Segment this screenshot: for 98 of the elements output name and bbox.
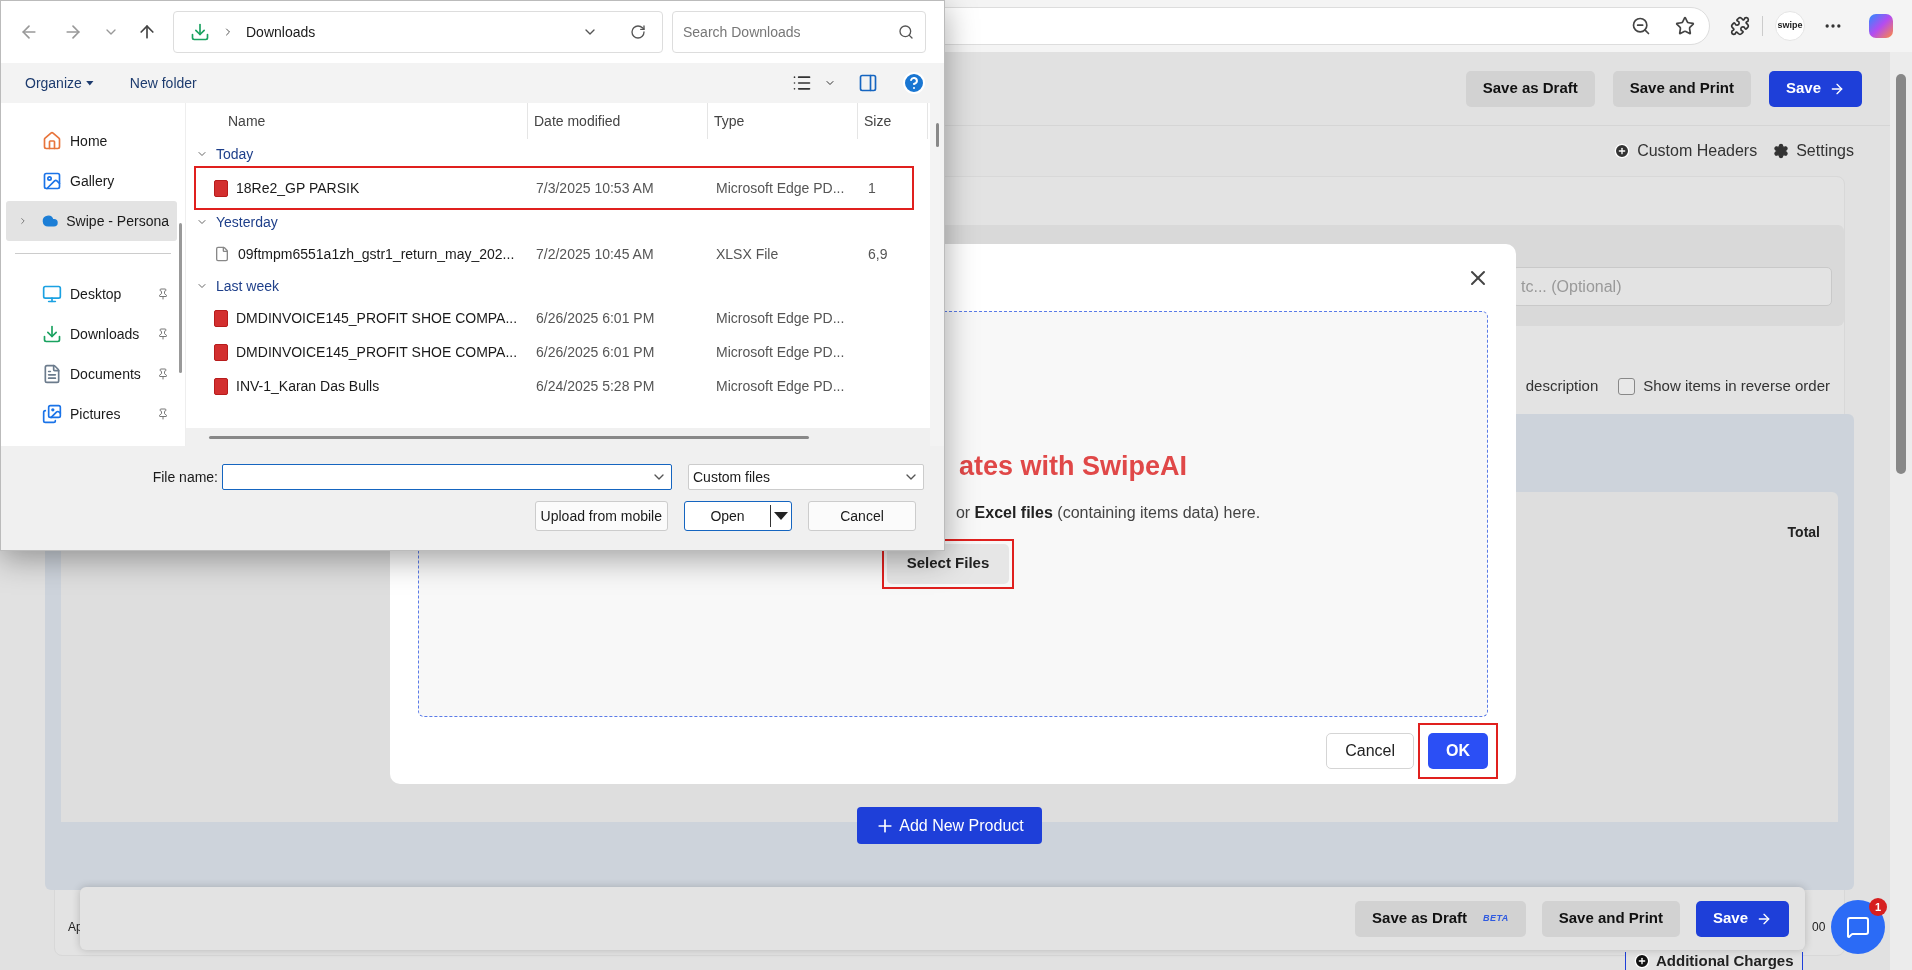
pin-icon[interactable] xyxy=(157,368,169,380)
pin-icon[interactable] xyxy=(157,328,169,340)
file-type-select[interactable]: Custom files xyxy=(688,464,924,490)
select-files-button[interactable]: Select Files xyxy=(886,543,1010,584)
save-button[interactable]: Save xyxy=(1768,70,1862,107)
type-cell-text: XLSX File xyxy=(716,244,780,264)
option-label: Show items in reverse order xyxy=(1643,375,1830,396)
location-text: Downloads xyxy=(246,22,316,42)
additional-charges-button[interactable]: Additional Charges xyxy=(1625,952,1803,970)
type-cell-text: Microsoft Edge PD... xyxy=(716,376,846,396)
nav-item[interactable]: Home xyxy=(6,121,177,161)
add-product-button[interactable]: Add New Product xyxy=(857,807,1042,844)
column-header[interactable]: Size xyxy=(858,103,928,139)
file-name: 09ftmpm6551a1zh_gstr1_return_may_202... xyxy=(238,244,515,264)
search-icon xyxy=(898,24,914,40)
cancel-button[interactable]: Cancel xyxy=(1326,732,1414,769)
draft-button[interactable]: Save as Draft xyxy=(1465,70,1595,107)
size-cell-text: 6,9 xyxy=(867,244,889,264)
pin-icon[interactable] xyxy=(157,408,169,420)
expand-icon[interactable] xyxy=(18,215,28,227)
cancel-button[interactable]: Cancel xyxy=(808,501,916,531)
group-label: Today xyxy=(216,144,254,164)
profile-avatar[interactable]: swipe xyxy=(1775,11,1805,41)
save-button[interactable]: Save xyxy=(1695,900,1789,937)
gear-icon xyxy=(1773,143,1790,159)
plus-circle-icon xyxy=(1614,143,1631,159)
option-label: description xyxy=(1525,375,1599,396)
date-cell-text: 6/26/2025 6:01 PM xyxy=(536,308,656,328)
column-header: Total xyxy=(1787,523,1820,542)
type-cell-text: Microsoft Edge PD... xyxy=(716,342,846,362)
chat-button[interactable]: 1 xyxy=(1831,900,1885,954)
chat-icon xyxy=(1846,915,1870,939)
modal-description: or Excel files (containing items data) here. xyxy=(955,502,1261,523)
pdf-file-icon xyxy=(214,179,228,197)
pdf-file-icon xyxy=(214,377,228,395)
truncated-value: 00 xyxy=(1812,919,1826,936)
download-icon xyxy=(190,22,210,42)
file-row[interactable]: 09ftmpm6551a1zh_gstr1_return_may_202... 7/2/2025 10:45 AM XLSX File 6,9 xyxy=(194,237,914,271)
file-name-label: File name: xyxy=(152,467,218,487)
upload-button[interactable]: Upload from mobile xyxy=(534,501,668,531)
print-button[interactable]: Save and Print xyxy=(1541,900,1680,937)
picture-icon xyxy=(42,171,62,191)
pdf-file-icon xyxy=(214,343,228,361)
settings-link[interactable]: Settings xyxy=(1773,139,1854,163)
copilot-icon[interactable] xyxy=(1869,14,1893,38)
nav-item[interactable]: Documents xyxy=(6,354,177,394)
document-icon xyxy=(42,364,62,384)
nav-item[interactable]: Swipe - Persona xyxy=(6,201,177,241)
monitor-icon xyxy=(42,284,62,304)
caret-icon[interactable] xyxy=(774,512,788,520)
size-cell-text: 1 xyxy=(867,178,877,198)
date-cell-text: 6/24/2025 5:28 PM xyxy=(536,376,656,396)
date-cell-text: 6/26/2025 6:01 PM xyxy=(536,342,656,362)
view-list-icon[interactable] xyxy=(792,73,812,93)
group-label: Last week xyxy=(216,276,280,296)
star-icon[interactable] xyxy=(1675,16,1695,36)
refresh-icon[interactable] xyxy=(630,24,646,40)
organize-menu[interactable]: Organize xyxy=(25,72,94,94)
group-label: Yesterday xyxy=(216,212,278,232)
house-icon xyxy=(42,131,62,151)
date-cell-text: 7/3/2025 10:53 AM xyxy=(536,178,655,198)
type-cell-text: Microsoft Edge PD... xyxy=(716,178,846,198)
file-icon xyxy=(214,246,230,262)
nav-item[interactable]: Desktop xyxy=(6,274,177,314)
preview-pane-icon[interactable] xyxy=(858,73,878,93)
type-cell-text: Microsoft Edge PD... xyxy=(716,308,846,328)
pin-icon[interactable] xyxy=(157,288,169,300)
download-icon xyxy=(42,324,62,344)
picture-icon xyxy=(42,404,62,424)
custom-headers-link[interactable]: Custom Headers xyxy=(1614,139,1758,163)
nav-item[interactable]: Downloads xyxy=(6,314,177,354)
nav-item[interactable]: Pictures xyxy=(6,394,177,434)
column-header[interactable]: Type xyxy=(708,103,858,139)
extensions-icon[interactable] xyxy=(1730,16,1750,36)
search-field[interactable]: Search Downloads xyxy=(672,11,926,53)
modal-title: ates with SwipeAI xyxy=(958,450,1188,483)
address-bar[interactable]: Downloads xyxy=(173,11,663,53)
ok-button[interactable]: OK xyxy=(1428,732,1488,769)
print-button[interactable]: Save and Print xyxy=(1612,70,1751,107)
date-cell-text: 7/2/2025 10:45 AM xyxy=(536,244,655,264)
column-header[interactable]: Date modified xyxy=(528,103,708,139)
checkbox[interactable] xyxy=(1618,377,1636,395)
open-button[interactable]: Open xyxy=(684,501,792,531)
file-name: 18Re2_GP PARSIK xyxy=(236,178,360,198)
notification-badge: 1 xyxy=(1869,898,1887,916)
zoom-out-icon[interactable] xyxy=(1631,16,1651,36)
page-scrollbar[interactable] xyxy=(1890,52,1912,970)
caret-icon xyxy=(85,80,94,86)
plus-circle-icon xyxy=(1634,953,1650,969)
pdf-file-icon xyxy=(214,309,228,327)
file-row[interactable]: 18Re2_GP PARSIK 7/3/2025 10:53 AM Microsoft Edge PD... 1 xyxy=(194,166,914,210)
column-header[interactable]: Name xyxy=(186,103,528,139)
draft-button[interactable]: Save as Draft BETA xyxy=(1355,900,1526,937)
nav-item[interactable]: Gallery xyxy=(6,161,177,201)
file-name: INV-1_Karan Das Bulls xyxy=(236,376,380,396)
new-folder-button[interactable]: New folder xyxy=(129,72,197,94)
help-icon[interactable] xyxy=(902,71,926,95)
file-name-field[interactable] xyxy=(222,464,672,490)
